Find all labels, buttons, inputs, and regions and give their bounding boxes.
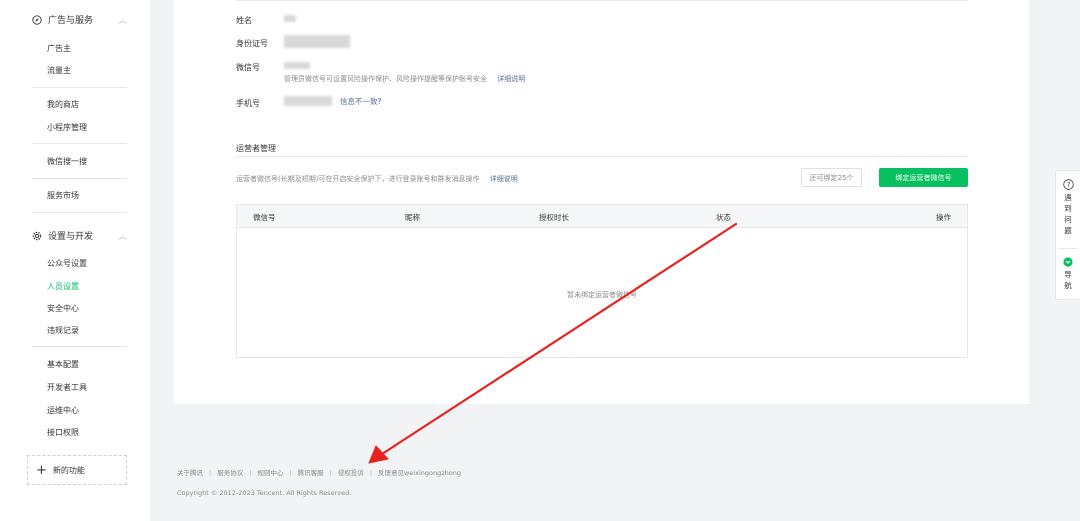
column-header-duration: 授权时长 bbox=[539, 213, 569, 222]
wechat-value-redacted bbox=[284, 62, 310, 69]
wechat-label: 微信号 bbox=[236, 63, 260, 72]
column-header-wechat: 微信号 bbox=[253, 213, 276, 222]
svg-text:?: ? bbox=[1066, 181, 1070, 189]
phone-label: 手机号 bbox=[236, 99, 260, 108]
footer-link-about[interactable]: 关于腾讯 bbox=[177, 469, 203, 477]
bind-operator-button[interactable]: 绑定运营者微信号 bbox=[879, 168, 968, 187]
divider bbox=[236, 156, 968, 157]
sidebar-item-violations[interactable]: 违规记录 bbox=[47, 325, 79, 336]
gear-icon bbox=[32, 231, 42, 241]
footer-link-terms[interactable]: 服务协议 bbox=[217, 469, 243, 477]
column-header-nickname: 昵称 bbox=[405, 213, 420, 222]
name-label: 姓名 bbox=[236, 16, 252, 25]
wechat-detail-link[interactable]: 详细说明 bbox=[497, 75, 525, 83]
wechat-hint-text: 管理员微信号可设置风险操作保护、风险操作提醒等保护账号安全 bbox=[284, 75, 487, 83]
copyright: Copyright © 2012-2023 Tencent. All Right… bbox=[177, 489, 352, 497]
id-label: 身份证号 bbox=[236, 39, 268, 48]
compass-icon bbox=[32, 14, 42, 25]
phone-mismatch-link[interactable]: 信息不一致? bbox=[340, 96, 381, 107]
footer-link-infringement[interactable]: 侵权投诉 bbox=[338, 469, 364, 477]
phone-value-redacted bbox=[284, 96, 332, 106]
table-header: 微信号 昵称 授权时长 状态 操作 bbox=[237, 205, 967, 228]
sidebar-divider bbox=[32, 178, 127, 179]
sidebar-section-ads-title: 广告与服务 bbox=[48, 16, 94, 26]
nav-chevron-icon bbox=[1063, 257, 1073, 267]
new-feature-label: 新的功能 bbox=[52, 465, 85, 475]
help-label: 遇到问题 bbox=[1064, 193, 1072, 235]
name-value-redacted bbox=[284, 15, 296, 22]
sidebar-item-advertiser[interactable]: 广告主 bbox=[47, 43, 71, 54]
sidebar-item-personnel[interactable]: 人员设置 bbox=[47, 281, 79, 292]
operators-table: 微信号 昵称 授权时长 状态 操作 暂未绑定运营者微信号 bbox=[236, 204, 968, 358]
footer-separator: | bbox=[249, 469, 252, 477]
sidebar-item-dev-tools[interactable]: 开发者工具 bbox=[47, 382, 87, 393]
sidebar-item-miniprogram[interactable]: 小程序管理 bbox=[47, 122, 87, 133]
column-header-actions: 操作 bbox=[936, 213, 951, 222]
footer-separator: | bbox=[289, 469, 292, 477]
column-header-status: 状态 bbox=[716, 213, 731, 222]
chevron-up-icon: ︿ bbox=[117, 16, 127, 26]
sidebar-item-market[interactable]: 服务市场 bbox=[47, 190, 79, 201]
sidebar-divider bbox=[32, 87, 127, 88]
sidebar-item-my-shop[interactable]: 我的商店 bbox=[47, 99, 79, 110]
plus-icon: + bbox=[36, 462, 47, 478]
main-card: 姓名 身份证号 微信号 管理员微信号可设置风险操作保护、风险操作提醒等保护账号安… bbox=[174, 0, 1029, 404]
footer-link-rules[interactable]: 规则中心 bbox=[257, 469, 283, 477]
sidebar-item-account-settings[interactable]: 公众号设置 bbox=[47, 258, 87, 269]
sidebar-item-api-permissions[interactable]: 接口权限 bbox=[47, 427, 79, 438]
sidebar-item-basic-config[interactable]: 基本配置 bbox=[47, 359, 79, 370]
help-float-panel: ? 遇到问题 导航 bbox=[1055, 170, 1080, 300]
operators-description-text: 运营者微信号(长期及短期)可在开启安全保护下，进行登录账号和群发消息操作 bbox=[236, 175, 480, 183]
sidebar-item-publisher[interactable]: 流量主 bbox=[47, 65, 71, 76]
help-button[interactable]: ? 遇到问题 bbox=[1056, 179, 1080, 236]
sidebar-divider bbox=[32, 212, 127, 213]
footer-links: 关于腾讯 | 服务协议 | 规则中心 | 腾讯客服 | 侵权投诉 | 反馈意见weixingongz… bbox=[177, 467, 461, 477]
remaining-count-badge: 还可绑定25个 bbox=[801, 168, 862, 187]
operators-detail-link[interactable]: 详细说明 bbox=[490, 175, 518, 183]
empty-state: 暂未绑定运营者微信号 bbox=[567, 291, 637, 299]
footer-separator: | bbox=[329, 469, 332, 477]
footer-link-support[interactable]: 腾讯客服 bbox=[298, 469, 324, 477]
operators-title: 运营者管理 bbox=[236, 144, 276, 153]
new-feature-button[interactable]: + 新的功能 bbox=[27, 455, 127, 485]
footer-separator: | bbox=[209, 469, 212, 477]
sidebar: 广告与服务 ︿ 广告主 流量主 我的商店 小程序管理 微信搜一搜 服务市场 设置… bbox=[0, 0, 150, 521]
id-value-redacted bbox=[284, 35, 350, 48]
nav-label: 导航 bbox=[1064, 270, 1072, 290]
sidebar-divider bbox=[32, 346, 127, 347]
footer-separator: | bbox=[369, 469, 373, 477]
footer-link-feedback[interactable]: 反馈意见weixingongzhong bbox=[378, 469, 461, 477]
divider bbox=[1059, 248, 1077, 249]
sidebar-item-ops-center[interactable]: 运维中心 bbox=[47, 405, 79, 416]
sidebar-item-security[interactable]: 安全中心 bbox=[47, 303, 79, 314]
sidebar-section-settings-title: 设置与开发 bbox=[48, 232, 94, 242]
operators-description: 运营者微信号(长期及短期)可在开启安全保护下，进行登录账号和群发消息操作 详细说… bbox=[236, 174, 518, 184]
wechat-hint: 管理员微信号可设置风险操作保护、风险操作提醒等保护账号安全 详细说明 bbox=[284, 74, 525, 84]
sidebar-item-search[interactable]: 微信搜一搜 bbox=[47, 156, 87, 167]
divider bbox=[236, 0, 968, 1]
sidebar-divider bbox=[32, 143, 127, 144]
sidebar-section-ads[interactable]: 广告与服务 ︿ bbox=[32, 13, 127, 26]
question-icon: ? bbox=[1062, 179, 1074, 190]
nav-button[interactable]: 导航 bbox=[1056, 257, 1080, 291]
sidebar-section-settings[interactable]: 设置与开发 ︿ bbox=[32, 229, 127, 242]
chevron-up-icon: ︿ bbox=[117, 232, 127, 242]
